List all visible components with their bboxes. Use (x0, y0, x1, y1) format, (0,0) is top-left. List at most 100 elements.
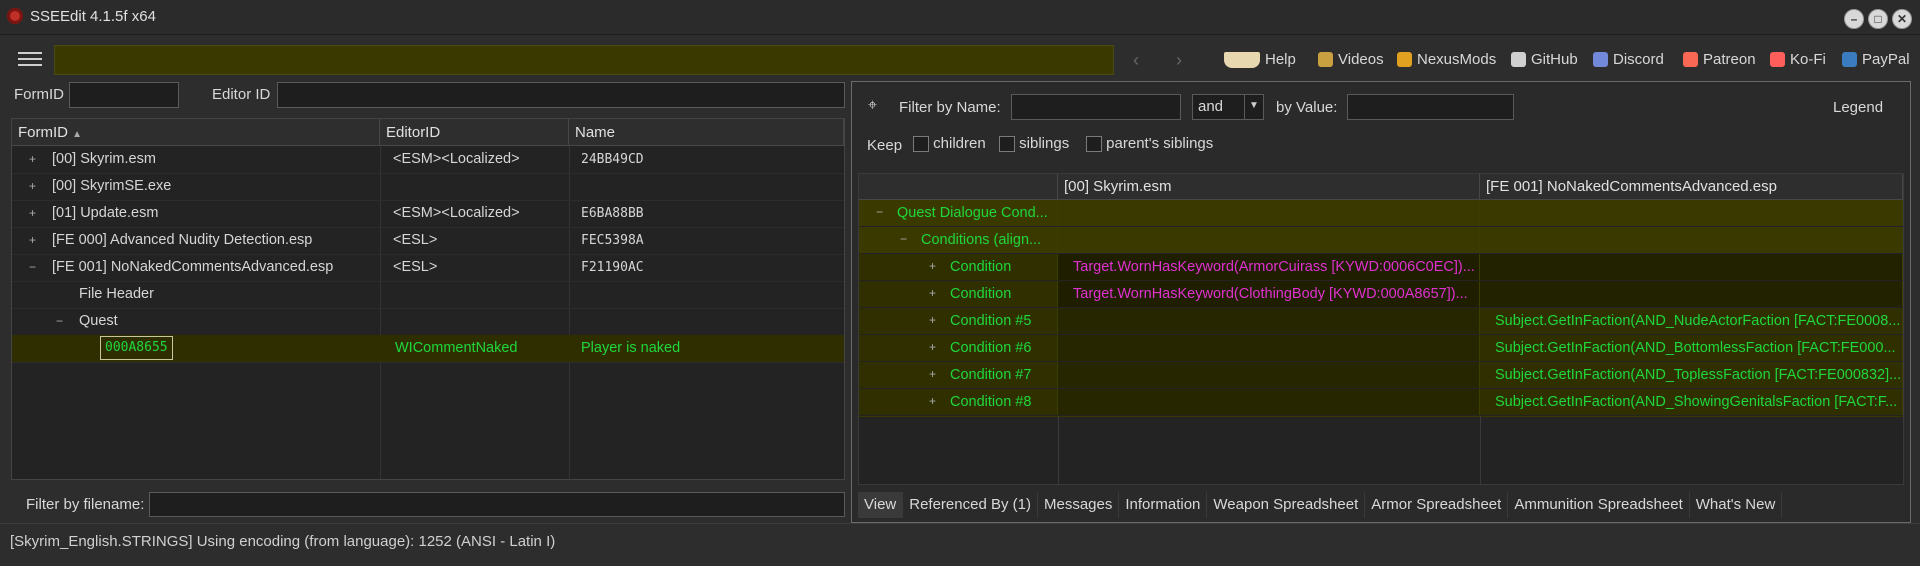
status-bar: [Skyrim_English.STRINGS] Using encoding … (10, 533, 556, 550)
tab-view[interactable]: View (858, 492, 904, 518)
keep-parents-siblings-checkbox[interactable]: parent's siblings (1086, 135, 1213, 153)
hamburger-menu-icon[interactable] (18, 52, 42, 66)
field-label-cell: Condition (859, 281, 1058, 307)
filter-by-value-input[interactable] (1347, 94, 1514, 120)
nonaked-value-cell (1480, 254, 1903, 280)
expand-icon[interactable]: + (28, 153, 37, 165)
nonaked-value-cell (1480, 281, 1903, 307)
tab-messages[interactable]: Messages (1038, 492, 1120, 518)
field-label-cell: Condition #7 (859, 362, 1058, 388)
column-header-formid[interactable]: FormID ▲ (12, 119, 380, 146)
formid-cell: [FE 001] NoNakedCommentsAdvanced.esp (52, 259, 334, 275)
expand-icon[interactable]: + (928, 287, 937, 299)
and-or-select[interactable]: and ▼ (1192, 94, 1264, 120)
name-cell: E6BA88BB (581, 206, 644, 221)
grid-header-nonaked[interactable]: [FE 001] NoNakedCommentsAdvanced.esp (1480, 174, 1903, 200)
link-ko-fi[interactable]: Ko-Fi (1770, 51, 1826, 68)
tree-row[interactable]: − [FE 001] NoNakedCommentsAdvanced.esp <ES… (12, 254, 844, 282)
tab-armor-spreadsheet[interactable]: Armor Spreadsheet (1365, 492, 1509, 518)
tree-row[interactable]: + [FE 000] Advanced Nudity Detection.esp <… (12, 227, 844, 255)
collapse-icon[interactable]: − (899, 233, 908, 245)
collapse-icon[interactable]: − (28, 261, 37, 273)
grid-row[interactable]: Condition Target.WornHasKeyword(ClothingB… (859, 281, 1903, 309)
book-icon (1224, 51, 1260, 68)
keep-children-checkbox[interactable]: children (913, 135, 986, 153)
field-label-cell: Conditions (align... (859, 227, 1058, 253)
nonaked-value-cell (1480, 227, 1903, 253)
tab-information[interactable]: Information (1119, 492, 1208, 518)
expand-icon[interactable]: + (28, 207, 37, 219)
collapse-icon[interactable]: − (55, 315, 64, 327)
link-label: Videos (1338, 51, 1384, 68)
tree-row[interactable]: − Quest (12, 308, 844, 336)
filter-filename-input[interactable] (149, 492, 845, 517)
record-grid[interactable]: [00] Skyrim.esm [FE 001] NoNakedComments… (858, 173, 1904, 485)
editorid-cell: WICommentNaked (395, 340, 518, 356)
link-paypal[interactable]: PayPal (1842, 51, 1910, 68)
pin-icon[interactable]: ⌖ (868, 97, 877, 115)
grid-row[interactable]: Conditions (align... − (859, 227, 1903, 255)
chevron-down-icon[interactable]: ▼ (1244, 95, 1263, 119)
discord-icon (1593, 52, 1608, 67)
skyrim-value-cell (1058, 200, 1480, 226)
expand-icon[interactable]: + (28, 234, 37, 246)
filter-filename-label: Filter by filename: (26, 496, 145, 513)
main-filter-bar[interactable] (54, 45, 1114, 75)
tree-row[interactable]: File Header (12, 281, 844, 309)
forward-arrow-icon[interactable]: › (1176, 50, 1182, 71)
expand-icon[interactable]: + (928, 395, 937, 407)
grid-row[interactable]: Condition #7 Subject.GetInFaction(AND_Top… (859, 362, 1903, 390)
gp-icon (1318, 52, 1333, 67)
column-header-name[interactable]: Name (569, 119, 844, 146)
editorid-cell: <ESM><Localized> (393, 151, 520, 167)
expand-icon[interactable]: + (928, 314, 937, 326)
expand-icon[interactable]: + (28, 180, 37, 192)
expand-icon[interactable]: + (928, 341, 937, 353)
close-button[interactable]: ✕ (1892, 9, 1912, 29)
grid-row[interactable]: Condition #6 Subject.GetInFaction(AND_Bot… (859, 335, 1903, 363)
link-nexusmods[interactable]: NexusMods (1397, 51, 1496, 68)
keep-siblings-checkbox[interactable]: siblings (999, 135, 1069, 153)
link-help[interactable]: Help (1224, 51, 1296, 68)
skyrim-value-cell (1058, 227, 1480, 253)
collapse-icon[interactable]: − (875, 206, 884, 218)
tab-referenced-by-1[interactable]: Referenced By (1) (903, 492, 1038, 518)
skyrim-value-cell: Target.WornHasKeyword(ClothingBody [KYWD… (1058, 281, 1480, 307)
field-label-cell: Quest Dialogue Cond... (859, 200, 1058, 226)
editorid-input[interactable] (277, 82, 845, 108)
back-arrow-icon[interactable]: ‹ (1133, 50, 1139, 71)
filter-by-name-input[interactable] (1011, 94, 1181, 120)
grid-header-skyrim[interactable]: [00] Skyrim.esm (1058, 174, 1480, 200)
grid-row[interactable]: Condition #5 Subject.GetInFaction(AND_Nud… (859, 308, 1903, 336)
link-discord[interactable]: Discord (1593, 51, 1664, 68)
tree-row[interactable]: + [01] Update.esm <ESM><Localized> E6BA88BB (12, 200, 844, 228)
tree-row[interactable]: + [00] Skyrim.esm <ESM><Localized> 24BB49CD (12, 146, 844, 174)
link-videos[interactable]: Videos (1318, 51, 1384, 68)
tree-row[interactable]: + [00] SkyrimSE.exe (12, 173, 844, 201)
formid-input[interactable] (69, 82, 179, 108)
column-header-editorid[interactable]: EditorID (380, 119, 569, 146)
link-label: Help (1265, 51, 1296, 68)
skyrim-value-cell (1058, 308, 1480, 334)
and-or-value: and (1198, 98, 1224, 115)
tab-weapon-spreadsheet[interactable]: Weapon Spreadsheet (1207, 492, 1366, 518)
maximize-button[interactable]: □ (1868, 9, 1888, 29)
grid-row[interactable]: Condition Target.WornHasKeyword(ArmorCuir… (859, 254, 1903, 282)
grid-row[interactable]: Quest Dialogue Cond... − (859, 200, 1903, 228)
link-github[interactable]: GitHub (1511, 51, 1578, 68)
nonaked-value-cell: Subject.GetInFaction(AND_BottomlessFacti… (1480, 335, 1903, 361)
formid-cell: [01] Update.esm (52, 205, 159, 221)
formid-cell: Quest (79, 313, 118, 329)
minimize-button[interactable]: – (1844, 9, 1864, 29)
formid-cell: [00] SkyrimSE.exe (52, 178, 172, 194)
tab-what-s-new[interactable]: What's New (1690, 492, 1783, 518)
expand-icon[interactable]: + (928, 260, 937, 272)
title-bar (0, 0, 1920, 35)
tab-ammunition-spreadsheet[interactable]: Ammunition Spreadsheet (1508, 492, 1690, 518)
grid-row[interactable]: Condition #8 Subject.GetInFaction(AND_Sho… (859, 389, 1903, 417)
tree-row[interactable]: 000A8655 WICommentNaked Player is naked (12, 335, 844, 363)
legend-button[interactable]: Legend (1833, 99, 1883, 116)
link-patreon[interactable]: Patreon (1683, 51, 1756, 68)
expand-icon[interactable]: + (928, 368, 937, 380)
navigation-tree[interactable]: FormID ▲ EditorID Name + [00] Skyrim.esm <… (11, 118, 845, 480)
